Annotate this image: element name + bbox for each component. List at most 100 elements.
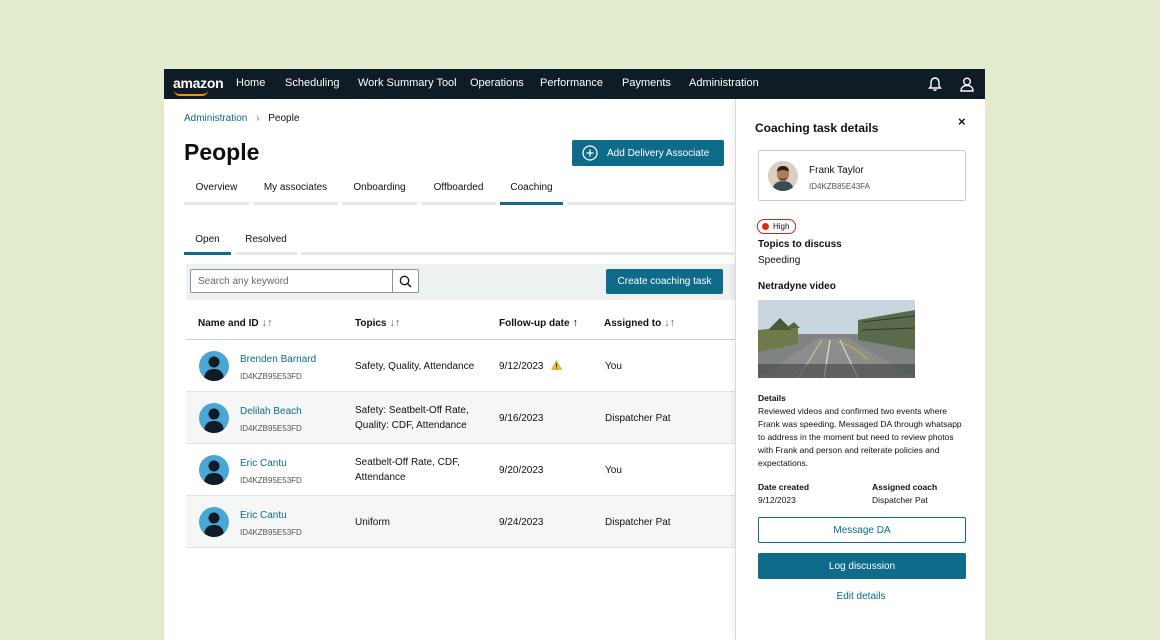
main-tabs: Overview My associates Onboarding Offboa… [184, 181, 734, 205]
associate-id: ID4KZB95E53FD [240, 476, 302, 485]
associate-card[interactable]: Frank Taylor ID4KZB85E43FA [758, 150, 966, 201]
details-label: Details [758, 393, 786, 403]
follow-up-date-cell: 9/20/2023 [499, 465, 544, 476]
breadcrumb-separator: › [256, 113, 260, 124]
associate-name: Frank Taylor [809, 165, 864, 176]
breadcrumb-administration[interactable]: Administration [184, 113, 247, 124]
subtabs-filler-line [301, 233, 734, 255]
follow-up-date-cell: 9/16/2023 [499, 413, 544, 424]
search-icon [399, 275, 412, 287]
search-button[interactable] [392, 270, 418, 292]
nav-item-work-summary-tool[interactable]: Work Summary Tool [358, 77, 457, 89]
status-subtabs: Open Resolved [184, 233, 734, 257]
person-photo-icon [768, 161, 798, 191]
avatar [199, 351, 229, 381]
breadcrumb: Administration › People [184, 113, 299, 124]
date-created-value: 9/12/2023 [758, 495, 796, 505]
panel-title: Coaching task details [755, 121, 879, 135]
assigned-to-cell: Dispatcher Pat [605, 413, 671, 424]
priority-dot-icon [762, 223, 769, 230]
search-input[interactable] [191, 270, 394, 292]
associate-id: ID4KZB85E43FA [809, 182, 870, 191]
nav-item-operations[interactable]: Operations [470, 77, 524, 89]
follow-up-date-cell: 9/12/2023 [499, 359, 563, 374]
table-row[interactable]: Eric Cantu ID4KZB95E53FD Uniform 9/24/20… [186, 496, 735, 548]
table-row[interactable]: Eric Cantu ID4KZB95E53FD Seatbelt-Off Ra… [186, 444, 735, 496]
sort-icon: ↓↑ [389, 317, 401, 329]
create-coaching-task-button[interactable]: Create coaching task [606, 269, 723, 294]
sort-icon: ↓↑ [664, 317, 676, 329]
notification-bell-icon[interactable] [926, 75, 944, 93]
column-header-follow-up-date[interactable]: Follow-up date ↑ [499, 317, 578, 329]
table-row[interactable]: Brenden Barnard ID4KZB95E53FD Safety, Qu… [186, 340, 735, 392]
top-navigation-bar: amazon Home Scheduling Work Summary Tool… [164, 69, 985, 99]
tab-offboarded[interactable]: Offboarded [421, 181, 496, 205]
nav-item-payments[interactable]: Payments [622, 77, 671, 89]
log-discussion-button[interactable]: Log discussion [758, 553, 966, 579]
nav-item-performance[interactable]: Performance [540, 77, 603, 89]
assigned-coach-value: Dispatcher Pat [872, 495, 928, 505]
topics-cell: Seatbelt-Off Rate, CDF, Attendance [355, 457, 460, 483]
associate-name-link[interactable]: Eric Cantu [240, 510, 287, 521]
person-silhouette-icon [204, 408, 224, 433]
assigned-to-cell: You [605, 465, 622, 476]
assigned-to-cell: You [605, 361, 622, 372]
tab-overview[interactable]: Overview [184, 181, 249, 205]
warning-icon [551, 360, 563, 370]
person-silhouette-icon [204, 512, 224, 537]
avatar [199, 507, 229, 537]
subtab-open[interactable]: Open [184, 233, 231, 255]
nav-item-home[interactable]: Home [236, 77, 265, 89]
video-label: Netradyne video [758, 281, 836, 292]
add-delivery-associate-button[interactable]: Add Delivery Associate [572, 140, 724, 166]
nav-item-administration[interactable]: Administration [689, 77, 759, 89]
coaching-table: Name and ID ↓↑ Topics ↓↑ Follow-up date ↑ A… [186, 300, 735, 548]
search-box [190, 269, 419, 293]
nav-item-scheduling[interactable]: Scheduling [285, 77, 339, 89]
column-header-name[interactable]: Name and ID ↓↑ [198, 317, 273, 329]
close-icon[interactable]: × [958, 115, 970, 128]
topics-cell: Uniform [355, 517, 391, 528]
associate-id: ID4KZB95E53FD [240, 372, 302, 381]
sort-icon: ↓↑ [261, 317, 273, 329]
user-account-icon[interactable] [958, 75, 976, 93]
edit-details-link[interactable]: Edit details [736, 591, 985, 602]
road-video-frame-icon [758, 300, 915, 378]
netradyne-video-thumbnail[interactable] [758, 300, 915, 378]
associate-name-link[interactable]: Brenden Barnard [240, 354, 316, 365]
follow-up-date-cell: 9/24/2023 [499, 517, 544, 528]
assigned-to-cell: Dispatcher Pat [605, 517, 671, 528]
tab-my-associates[interactable]: My associates [253, 181, 338, 205]
associate-name-link[interactable]: Eric Cantu [240, 458, 287, 469]
date-created-label: Date created [758, 482, 810, 492]
associate-id: ID4KZB95E53FD [240, 424, 302, 433]
topics-value: Speeding [758, 255, 801, 266]
subtab-resolved[interactable]: Resolved [235, 233, 297, 255]
person-silhouette-icon [204, 356, 224, 381]
assigned-coach-label: Assigned coach [872, 482, 938, 492]
amazon-logo[interactable]: amazon [173, 75, 224, 91]
coaching-task-details-panel: Coaching task details × Frank Taylor ID4… [735, 99, 985, 640]
associate-name-link[interactable]: Delilah Beach [240, 406, 302, 417]
associate-id: ID4KZB95E53FD [240, 528, 302, 537]
table-header-row: Name and ID ↓↑ Topics ↓↑ Follow-up date ↑ A… [186, 300, 735, 340]
page-title: People [184, 139, 260, 165]
topics-cell: Safety, Quality, Attendance [355, 361, 475, 372]
column-header-assigned-to[interactable]: Assigned to ↓↑ [604, 317, 675, 329]
app-window: amazon Home Scheduling Work Summary Tool… [164, 69, 985, 640]
table-toolbar: Create coaching task [186, 264, 735, 300]
avatar [768, 161, 798, 191]
tabs-filler-line [567, 181, 734, 205]
avatar [199, 403, 229, 433]
tab-coaching[interactable]: Coaching [500, 181, 563, 205]
breadcrumb-current: People [268, 113, 300, 124]
logo-smile-icon [174, 90, 208, 96]
table-row[interactable]: Delilah Beach ID4KZB95E53FD Safety: Seat… [186, 392, 735, 444]
column-header-topics[interactable]: Topics ↓↑ [355, 317, 400, 329]
topics-cell: Safety: Seatbelt-Off Rate, Quality: CDF, … [355, 405, 469, 431]
topics-label: Topics to discuss [758, 239, 842, 250]
avatar [199, 455, 229, 485]
tab-onboarding[interactable]: Onboarding [342, 181, 417, 205]
message-da-button[interactable]: Message DA [758, 517, 966, 543]
details-text: Reviewed videos and confirmed two events… [758, 406, 962, 468]
